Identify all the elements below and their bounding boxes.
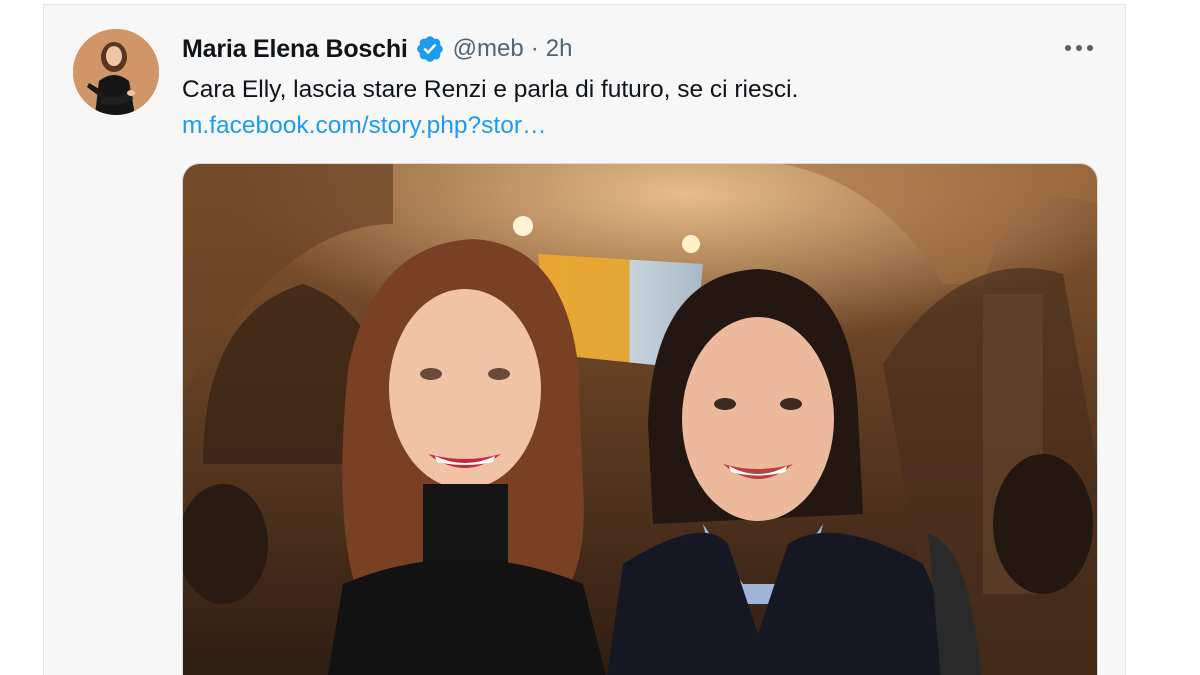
avatar[interactable]: [73, 29, 159, 115]
page: Maria Elena Boschi @meb · 2h Cara Elly, …: [0, 0, 1200, 675]
tweet-card[interactable]: Maria Elena Boschi @meb · 2h Cara Elly, …: [43, 4, 1126, 675]
user-handle[interactable]: @meb: [453, 35, 524, 63]
separator-dot: ·: [530, 35, 539, 62]
timestamp[interactable]: 2h: [546, 35, 573, 63]
more-options-icon[interactable]: [1064, 37, 1094, 59]
display-name[interactable]: Maria Elena Boschi: [182, 35, 408, 64]
tweet-header: Maria Elena Boschi @meb · 2h: [182, 32, 572, 66]
tweet-text: Cara Elly, lascia stare Renzi e parla di…: [182, 76, 799, 103]
verified-badge-icon: [415, 34, 445, 64]
tweet-photo[interactable]: [182, 163, 1098, 675]
tweet-link[interactable]: m.facebook.com/story.php?stor…: [182, 109, 546, 143]
